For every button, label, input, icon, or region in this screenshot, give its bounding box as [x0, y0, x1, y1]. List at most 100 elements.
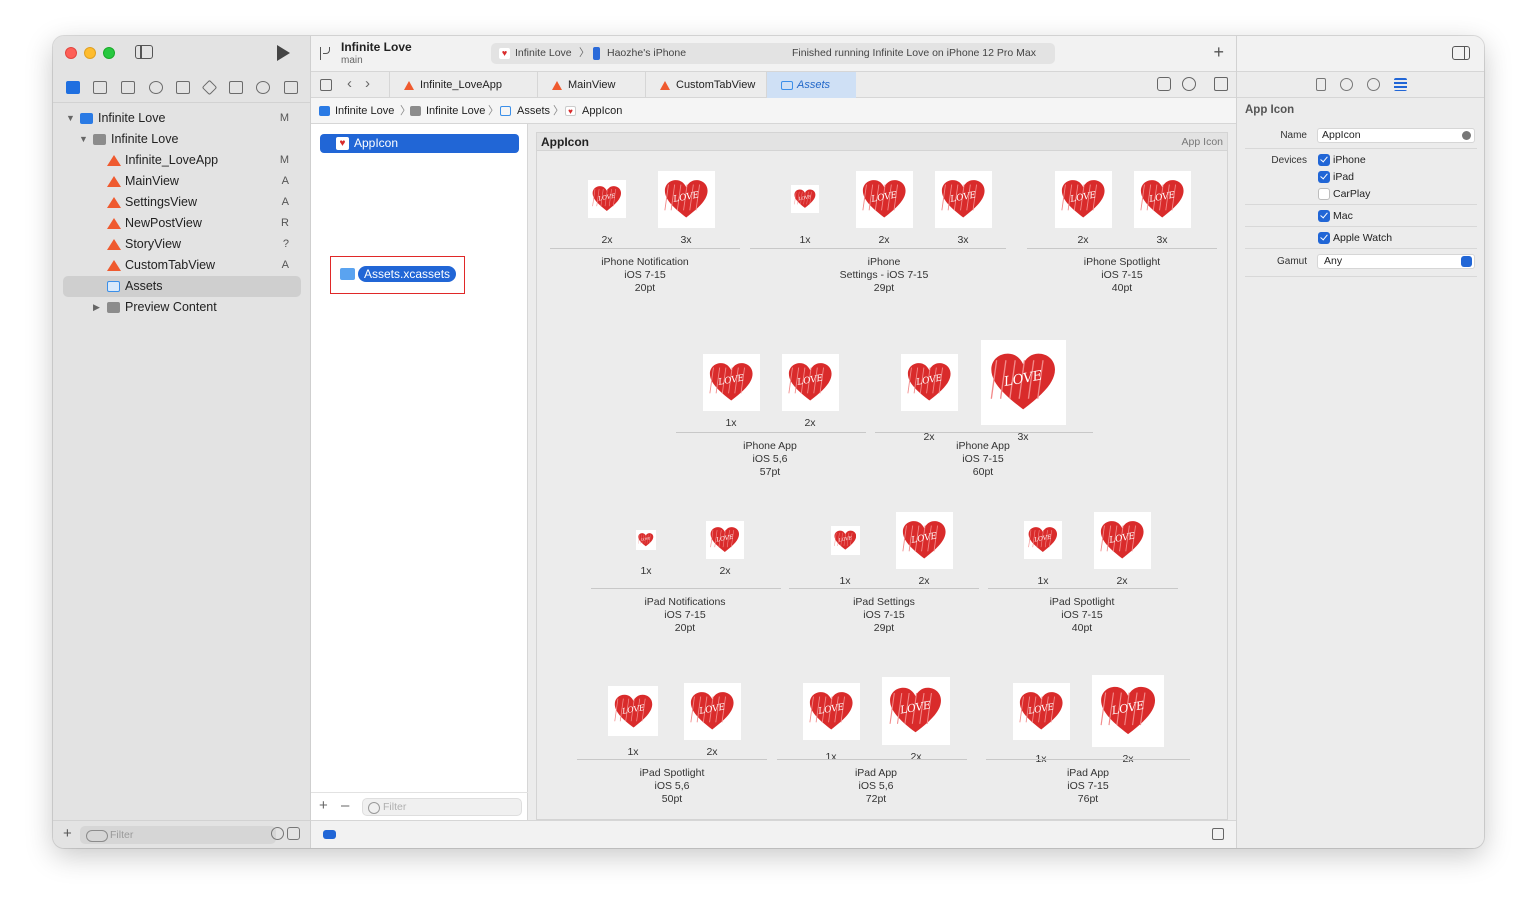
branch-name[interactable]: main — [341, 55, 363, 66]
gamut-select[interactable]: Any — [1317, 254, 1475, 269]
slot-scale-label: 1x — [1037, 574, 1049, 587]
recent-files-icon[interactable] — [271, 827, 284, 840]
back-chevron-icon[interactable]: ‹ — [347, 75, 352, 92]
icon-slot[interactable]: LOVE — [702, 353, 760, 411]
tree-item-assets[interactable]: Assets — [63, 276, 301, 297]
forward-chevron-icon[interactable]: › — [365, 75, 370, 92]
carplay-checkbox[interactable] — [1318, 188, 1330, 200]
history-inspector-icon[interactable] — [1339, 78, 1353, 91]
add-file-button[interactable]: + — [63, 825, 72, 842]
disclosure-open-icon[interactable]: ▼ — [66, 108, 75, 129]
disclosure-open-icon[interactable]: ▼ — [79, 129, 88, 150]
icon-group-label: iPad App iOS 5,6 72pt — [776, 767, 976, 806]
icon-slot[interactable]: LOVE — [895, 511, 953, 569]
sync-icon[interactable] — [1157, 77, 1171, 91]
tree-item-file[interactable]: Infinite_LoveApp M — [53, 150, 311, 171]
icon-slot[interactable]: LOVE — [900, 353, 958, 411]
attributes-inspector-icon[interactable] — [1393, 78, 1407, 91]
icon-slot[interactable]: LOVE — [588, 180, 626, 218]
tree-item-file[interactable]: CustomTabView A — [53, 255, 311, 276]
tree-item-file[interactable]: MainView A — [53, 171, 311, 192]
icon-slot[interactable]: LOVE — [781, 353, 839, 411]
library-plus-button[interactable]: + — [1213, 42, 1224, 63]
test-navigator-icon[interactable] — [201, 79, 218, 95]
tree-item-file[interactable]: StoryView ? — [53, 234, 311, 255]
slot-scale-label: 2x — [804, 416, 816, 429]
name-field[interactable]: AppIcon — [1317, 128, 1475, 143]
project-navigator-icon[interactable] — [65, 80, 80, 94]
iphone-checkbox[interactable] — [1318, 154, 1330, 166]
run-destination-selector[interactable]: Haozhe's iPhone — [607, 43, 686, 64]
inspector-toggle-icon[interactable] — [1452, 46, 1470, 60]
icon-slot[interactable]: LOVE — [855, 170, 913, 228]
icon-slot[interactable]: LOVE — [791, 185, 819, 213]
symbol-navigator-icon[interactable] — [121, 80, 136, 94]
scm-filter-icon[interactable] — [287, 827, 300, 840]
add-editor-icon[interactable] — [1214, 77, 1228, 91]
iconset-kind: App Icon — [1181, 136, 1223, 148]
breadcrumb-item[interactable]: Assets — [517, 98, 550, 124]
icon-slot[interactable]: LOVE — [1012, 682, 1070, 740]
breadcrumb-item[interactable]: AppIcon — [582, 98, 622, 124]
close-window-button[interactable] — [65, 47, 77, 59]
icon-slot[interactable]: LOVE — [657, 170, 715, 228]
ipad-checkbox[interactable] — [1318, 171, 1330, 183]
tab-mainview[interactable]: MainView — [537, 72, 645, 98]
icon-slot[interactable]: LOVE — [1054, 170, 1112, 228]
breakpoint-navigator-icon[interactable] — [256, 80, 271, 94]
icon-slot[interactable]: LOVE — [683, 682, 741, 740]
asset-filter-input[interactable]: Filter — [362, 798, 522, 816]
find-navigator-icon[interactable] — [148, 80, 163, 94]
icon-group-label: iPhone Spotlight iOS 7-15 40pt — [1022, 256, 1222, 295]
source-control-navigator-icon[interactable] — [93, 80, 108, 94]
navigator-filter-input[interactable]: Filter — [80, 826, 276, 844]
add-asset-button[interactable]: + — [319, 797, 328, 814]
more-options-icon[interactable] — [1182, 77, 1196, 91]
tree-item-project[interactable]: ▼ Infinite Love M — [53, 108, 311, 129]
file-inspector-icon[interactable] — [1315, 78, 1326, 91]
minimize-window-button[interactable] — [84, 47, 96, 59]
icon-slot[interactable]: LOVE — [934, 170, 992, 228]
breadcrumb-item[interactable]: Infinite Love — [335, 98, 394, 124]
project-title: Infinite Love — [341, 40, 412, 54]
tab-assets[interactable]: Assets — [766, 72, 856, 98]
icon-slot[interactable]: LOVE — [608, 686, 658, 736]
activity-view: ♥ Infinite Love 〉 Haozhe's iPhone Finish… — [491, 43, 1055, 64]
icon-slot[interactable]: LOVE — [1024, 521, 1062, 559]
icon-slot[interactable]: LOVE — [980, 339, 1066, 425]
heart-love-icon: LOVE — [809, 691, 853, 730]
tab-customtabview[interactable]: CustomTabView — [645, 72, 765, 98]
quick-help-icon[interactable] — [1366, 78, 1380, 91]
scheme-selector[interactable]: Infinite Love — [515, 43, 572, 64]
disclosure-closed-icon[interactable]: ▶ — [93, 297, 100, 318]
icon-slot[interactable]: LOVE — [802, 682, 860, 740]
tree-item-group[interactable]: ▼ Infinite Love — [53, 129, 311, 150]
icon-slot[interactable]: LOVE — [1092, 675, 1164, 747]
icon-slot[interactable]: LOVE — [882, 677, 950, 745]
apple-watch-checkbox[interactable] — [1318, 232, 1330, 244]
tree-item-group[interactable]: ▶ Preview Content — [53, 297, 311, 318]
icon-slot[interactable]: LOVE — [830, 525, 860, 555]
icon-slot[interactable]: LOVE — [1133, 170, 1191, 228]
icon-slot[interactable]: LOVE — [636, 530, 656, 550]
breadcrumb-item[interactable]: Infinite Love — [426, 98, 485, 124]
remove-asset-button[interactable]: – — [341, 797, 349, 814]
tab-infinite-loveapp[interactable]: Infinite_LoveApp — [389, 72, 507, 98]
asset-list-footer: + – Filter — [311, 792, 528, 820]
related-items-icon[interactable] — [320, 79, 332, 91]
debug-area-toggle-icon[interactable] — [323, 830, 336, 839]
asset-item-appicon[interactable]: ♥ AppIcon — [320, 134, 519, 153]
run-button[interactable] — [277, 45, 290, 61]
report-navigator-icon[interactable] — [284, 80, 299, 94]
icon-slot[interactable]: LOVE — [1093, 511, 1151, 569]
zoom-window-button[interactable] — [103, 47, 115, 59]
issue-navigator-icon[interactable] — [176, 80, 191, 94]
tree-item-file[interactable]: SettingsView A — [53, 192, 311, 213]
tree-item-file[interactable]: NewPostView R — [53, 213, 311, 234]
mac-checkbox[interactable] — [1318, 210, 1330, 222]
debug-navigator-icon[interactable] — [228, 80, 243, 94]
icon-slot[interactable]: LOVE — [706, 521, 744, 559]
go-arrow-icon[interactable] — [1462, 131, 1471, 140]
hide-debug-area-icon[interactable] — [1212, 828, 1224, 840]
navigator-toggle-icon[interactable] — [135, 45, 153, 59]
